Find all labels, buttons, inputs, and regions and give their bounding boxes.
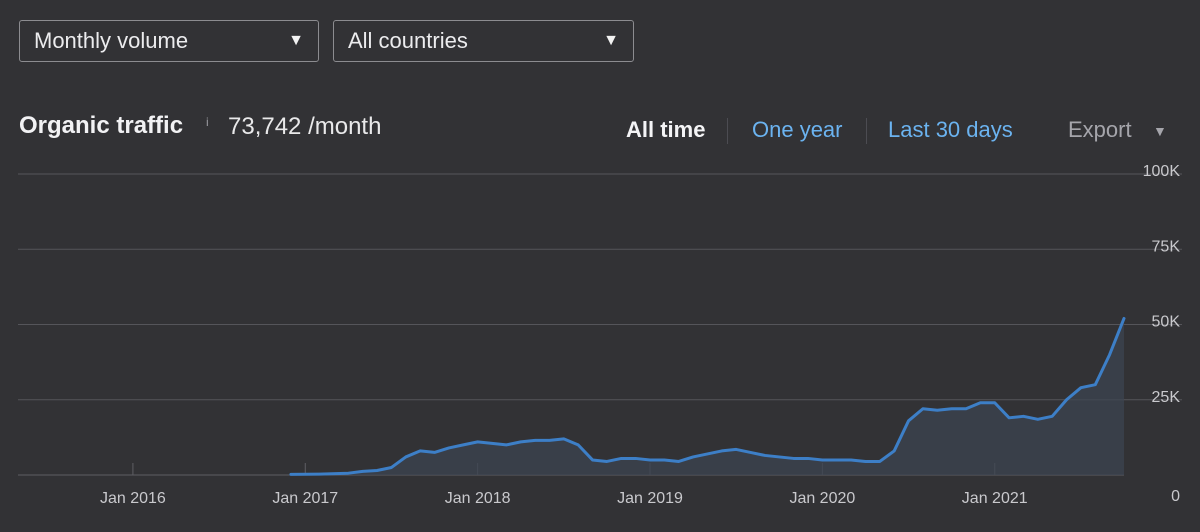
data-point: [1108, 353, 1111, 356]
data-point: [792, 457, 795, 460]
data-point: [1065, 398, 1068, 401]
x-tick-label: Jan 2016: [100, 490, 166, 507]
data-point: [720, 449, 724, 453]
data-point: [548, 439, 551, 442]
data-point: [763, 454, 767, 457]
x-tick-label: Jan 2018: [445, 490, 511, 507]
data-point: [418, 449, 422, 453]
data-point: [318, 472, 321, 476]
data-point: [390, 466, 393, 469]
data-point: [979, 401, 982, 404]
x-tick-label: Jan 2019: [617, 490, 683, 507]
data-point: [634, 457, 637, 460]
data-point: [706, 452, 709, 456]
data-point: [1036, 418, 1040, 421]
data-point: [964, 407, 968, 410]
data-point: [289, 473, 293, 476]
data-point: [1022, 415, 1025, 418]
data-point: [433, 451, 436, 454]
data-point: [835, 458, 838, 462]
data-point: [734, 448, 738, 451]
data-point: [576, 443, 580, 447]
data-point: [505, 443, 508, 447]
data-point: [878, 460, 882, 463]
data-point: [1122, 317, 1126, 320]
data-point: [490, 442, 494, 445]
data-point: [620, 457, 623, 460]
x-tick-label: Jan 2020: [789, 490, 855, 507]
data-point: [519, 440, 522, 444]
data-point: [749, 451, 752, 454]
data-point: [1050, 415, 1054, 418]
data-point: [462, 443, 465, 447]
data-point: [648, 458, 652, 462]
x-tick-label: Jan 2017: [272, 490, 338, 507]
data-point: [806, 457, 810, 460]
data-point: [950, 407, 953, 410]
data-point: [993, 401, 996, 404]
data-point: [663, 458, 666, 462]
y-tick-label: 0: [1171, 488, 1180, 505]
data-point: [892, 449, 896, 453]
data-point: [1094, 383, 1097, 386]
data-point: [404, 455, 408, 459]
data-point: [778, 455, 781, 459]
data-point: [864, 460, 867, 463]
x-tick-label: Jan 2021: [962, 490, 1028, 507]
data-point: [677, 460, 680, 463]
data-point: [605, 460, 609, 463]
data-point: [849, 458, 853, 462]
y-tick-label: 50K: [1152, 314, 1181, 331]
data-point: [936, 409, 939, 412]
data-point: [476, 440, 479, 444]
data-point: [533, 439, 537, 442]
data-point: [921, 407, 925, 410]
traffic-chart: 100K 75K 50K 25K 0 Jan 2016 Jan 2017 Jan 2018 Ja…: [18, 163, 1182, 507]
data-point: [447, 446, 451, 450]
data-point: [375, 469, 379, 472]
data-point: [1007, 416, 1011, 420]
data-point: [1079, 386, 1083, 389]
y-tick-label: 25K: [1152, 389, 1181, 406]
data-point: [347, 471, 350, 475]
y-tick-label: 100K: [1143, 163, 1181, 180]
data-point: [691, 455, 695, 459]
y-tick-label: 75K: [1152, 238, 1181, 255]
data-point: [907, 419, 910, 423]
data-point: [821, 458, 824, 462]
data-point: [591, 458, 594, 462]
data-point: [562, 437, 566, 441]
data-point: [361, 470, 364, 473]
